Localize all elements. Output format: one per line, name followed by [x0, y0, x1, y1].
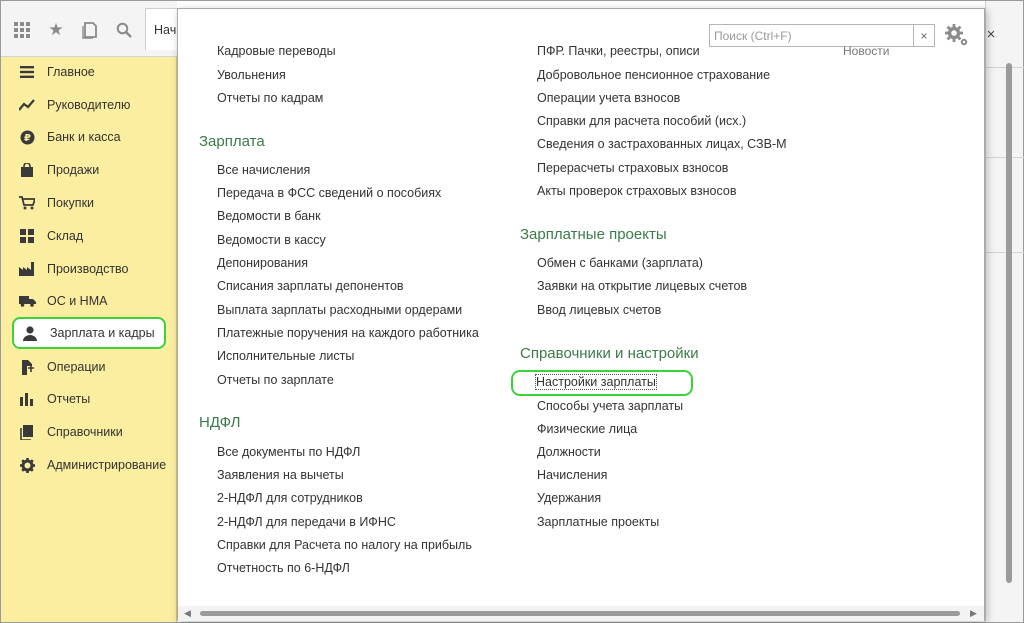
link-hr-transfers[interactable]: Кадровые переводы [217, 44, 336, 58]
link-salary-item[interactable]: Ведомости в банк [217, 209, 321, 223]
settings-gear-button[interactable] [944, 22, 970, 48]
vertical-scrollbar[interactable] [1006, 63, 1012, 583]
sidebar-item-purchases[interactable]: Покупки [11, 188, 171, 218]
sections-sidebar: Главное Руководителю ₽ Банк и касса Прод… [1, 57, 177, 622]
settings-gear-icon [945, 24, 968, 46]
bar-chart-icon [17, 390, 37, 408]
sidebar-item-label: Администрирование [47, 458, 167, 472]
link-insurance-item[interactable]: Добровольное пенсионное страхование [537, 68, 770, 82]
link-salary-item[interactable]: Передача в ФСС сведений о пособиях [217, 186, 441, 200]
link-projects-item[interactable]: Заявки на открытие лицевых счетов [537, 279, 747, 293]
warehouse-grid-icon [17, 227, 37, 245]
sidebar-item-sales[interactable]: Продажи [11, 155, 171, 185]
link-settings-item[interactable]: Удержания [537, 491, 601, 505]
close-icon: × [920, 28, 928, 43]
link-ndfl-item[interactable]: 2-НДФЛ для сотрудников [217, 491, 363, 505]
search-clear-button[interactable]: × [914, 24, 935, 47]
link-insurance-item[interactable]: Сведения о застрахованных лицах, СЗВ-М [537, 137, 787, 151]
link-salary-item[interactable]: Все начисления [217, 163, 310, 177]
link-settings-item[interactable]: Способы учета зарплаты [537, 399, 683, 413]
horizontal-scrollbar[interactable]: ◀ ▶ [178, 606, 984, 621]
shopping-cart-icon [17, 194, 37, 212]
link-ndfl-item[interactable]: 2-НДФЛ для передачи в ИФНС [217, 515, 396, 529]
sidebar-item-label: Покупки [47, 196, 95, 210]
trend-chart-icon [17, 96, 37, 114]
link-salary-item[interactable]: Исполнительные листы [217, 349, 354, 363]
gear-icon [17, 456, 37, 474]
link-salary-item[interactable]: Депонирования [217, 256, 308, 270]
sidebar-item-label: Руководителю [47, 98, 131, 112]
link-salary-item[interactable]: Ведомости в кассу [217, 233, 326, 247]
link-insurance-item[interactable]: ПФР. Пачки, реестры, описи [537, 44, 700, 58]
person-icon [20, 324, 40, 342]
sidebar-item-manager[interactable]: Руководителю [11, 90, 171, 120]
link-insurance-item[interactable]: Операции учета взносов [537, 91, 680, 105]
sidebar-item-label: Продажи [47, 163, 100, 177]
link-salary-item[interactable]: Платежные поручения на каждого работника [217, 326, 479, 340]
link-projects-item[interactable]: Ввод лицевых счетов [537, 303, 661, 317]
link-settings-item[interactable]: Зарплатные проекты [537, 515, 659, 529]
sidebar-item-label: Операции [47, 360, 106, 374]
sidebar-item-label: Главное [47, 65, 95, 79]
search-icon[interactable] [113, 19, 135, 41]
link-settings-item[interactable]: Физические лица [537, 422, 637, 436]
link-insurance-item[interactable]: Перерасчеты страховых взносов [537, 161, 728, 175]
sidebar-item-production[interactable]: Производство [11, 254, 171, 284]
scroll-right-icon[interactable]: ▶ [970, 608, 977, 619]
link-ndfl-item[interactable]: Заявления на вычеты [217, 468, 344, 482]
sidebar-item-main[interactable]: Главное [11, 57, 171, 87]
sidebar-item-bank[interactable]: ₽ Банк и касса [11, 122, 171, 152]
sidebar-item-label: ОС и НМА [47, 294, 108, 308]
section-menu-panel: × Кадровые переводы Увольнения Отчеты по… [177, 8, 985, 621]
link-dismissals[interactable]: Увольнения [217, 68, 286, 82]
link-settings-item[interactable]: Начисления [537, 468, 607, 482]
sidebar-item-fixed-assets[interactable]: ОС и НМА [11, 286, 171, 316]
shopping-bag-icon [17, 161, 37, 179]
link-salary-item[interactable]: Выплата зарплаты расходными ордерами [217, 303, 462, 317]
sidebar-item-label: Склад [47, 229, 84, 243]
link-projects-item[interactable]: Обмен с банками (зарплата) [537, 256, 703, 270]
factory-icon [17, 260, 37, 278]
close-icon: × [986, 25, 996, 43]
sidebar-item-directories[interactable]: Справочники [11, 417, 171, 447]
operations-icon [17, 358, 37, 376]
history-icon[interactable] [79, 19, 101, 41]
section-title-salary-projects: Зарплатные проекты [520, 226, 667, 243]
sidebar-item-warehouse[interactable]: Склад [11, 221, 171, 251]
link-settings-item[interactable]: Должности [537, 445, 601, 459]
scrollbar-thumb[interactable] [200, 611, 960, 616]
menu-lines-icon [17, 63, 37, 81]
sidebar-item-reports[interactable]: Отчеты [11, 384, 171, 414]
link-ndfl-item[interactable]: Отчетность по 6-НДФЛ [217, 561, 350, 575]
sidebar-item-label: Зарплата и кадры [50, 326, 155, 340]
sidebar-item-label: Отчеты [47, 392, 91, 406]
section-title-directories-settings: Справочники и настройки [520, 345, 699, 362]
svg-text:₽: ₽ [24, 133, 31, 144]
sidebar-item-label: Банк и касса [47, 130, 121, 144]
link-ndfl-item[interactable]: Все документы по НДФЛ [217, 445, 360, 459]
background-news-label: Новости [843, 44, 890, 58]
link-salary-item[interactable]: Отчеты по зарплате [217, 373, 334, 387]
sidebar-item-label: Производство [47, 262, 129, 276]
sidebar-item-label: Справочники [47, 425, 123, 439]
section-title-salary: Зарплата [199, 133, 265, 150]
sidebar-item-administration[interactable]: Администрирование [11, 450, 171, 480]
link-insurance-item[interactable]: Справки для расчета пособий (исх.) [537, 114, 746, 128]
right-background-strip [985, 1, 1024, 622]
apps-grid-icon[interactable] [11, 19, 33, 41]
link-salary-item[interactable]: Списания зарплаты депонентов [217, 279, 404, 293]
books-icon [17, 423, 37, 441]
link-insurance-item[interactable]: Акты проверок страховых взносов [537, 184, 736, 198]
sidebar-item-salary-hr[interactable]: Зарплата и кадры [12, 317, 166, 349]
ruble-coin-icon: ₽ [17, 128, 37, 146]
truck-icon [17, 292, 37, 310]
link-ndfl-item[interactable]: Справки для Расчета по налогу на прибыль [217, 538, 472, 552]
sidebar-item-operations[interactable]: Операции [11, 352, 171, 382]
section-title-ndfl: НДФЛ [199, 414, 241, 431]
link-salary-settings[interactable]: Настройки зарплаты [535, 374, 657, 390]
favorites-star-icon[interactable]: ★ [45, 19, 67, 41]
scroll-left-icon[interactable]: ◀ [184, 608, 191, 619]
close-button[interactable]: × [981, 24, 1001, 44]
link-hr-reports[interactable]: Отчеты по кадрам [217, 91, 323, 105]
